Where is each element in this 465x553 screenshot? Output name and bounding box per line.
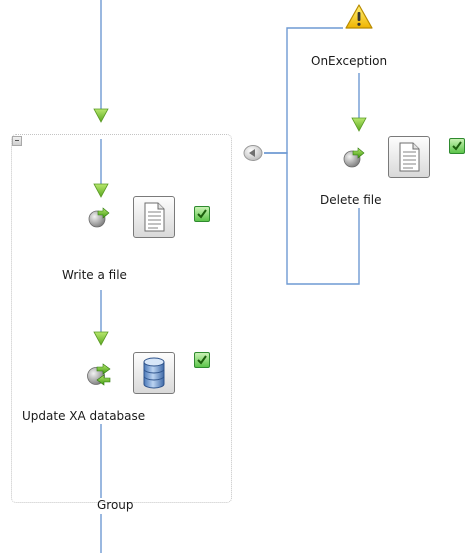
arrow-head: [93, 108, 109, 123]
warning-icon[interactable]: [344, 3, 374, 31]
document-icon: [144, 202, 165, 232]
outbound-arrow-icon: [87, 363, 111, 386]
database-icon: [143, 357, 165, 389]
update-database-label: Update XA database: [22, 409, 146, 423]
checkmark-icon: [449, 138, 465, 154]
delete-file-node[interactable]: [388, 136, 430, 178]
outbound-arrow-icon: [88, 207, 110, 228]
arrow-head: [351, 117, 367, 132]
checkmark-icon: [194, 352, 210, 368]
write-file-label: Write a file: [62, 268, 127, 282]
update-database-node[interactable]: [133, 352, 175, 394]
on-exception-label: OnException: [311, 54, 388, 68]
group-container[interactable]: [11, 134, 232, 503]
collapse-icon[interactable]: [12, 136, 22, 146]
left-arrow-connector-icon[interactable]: [242, 144, 264, 162]
document-icon: [399, 142, 420, 172]
delete-file-label: Delete file: [320, 193, 382, 207]
checkmark-icon: [194, 206, 210, 222]
group-label: Group: [97, 498, 134, 512]
outbound-arrow-icon: [343, 147, 365, 168]
write-file-node[interactable]: [133, 196, 175, 238]
